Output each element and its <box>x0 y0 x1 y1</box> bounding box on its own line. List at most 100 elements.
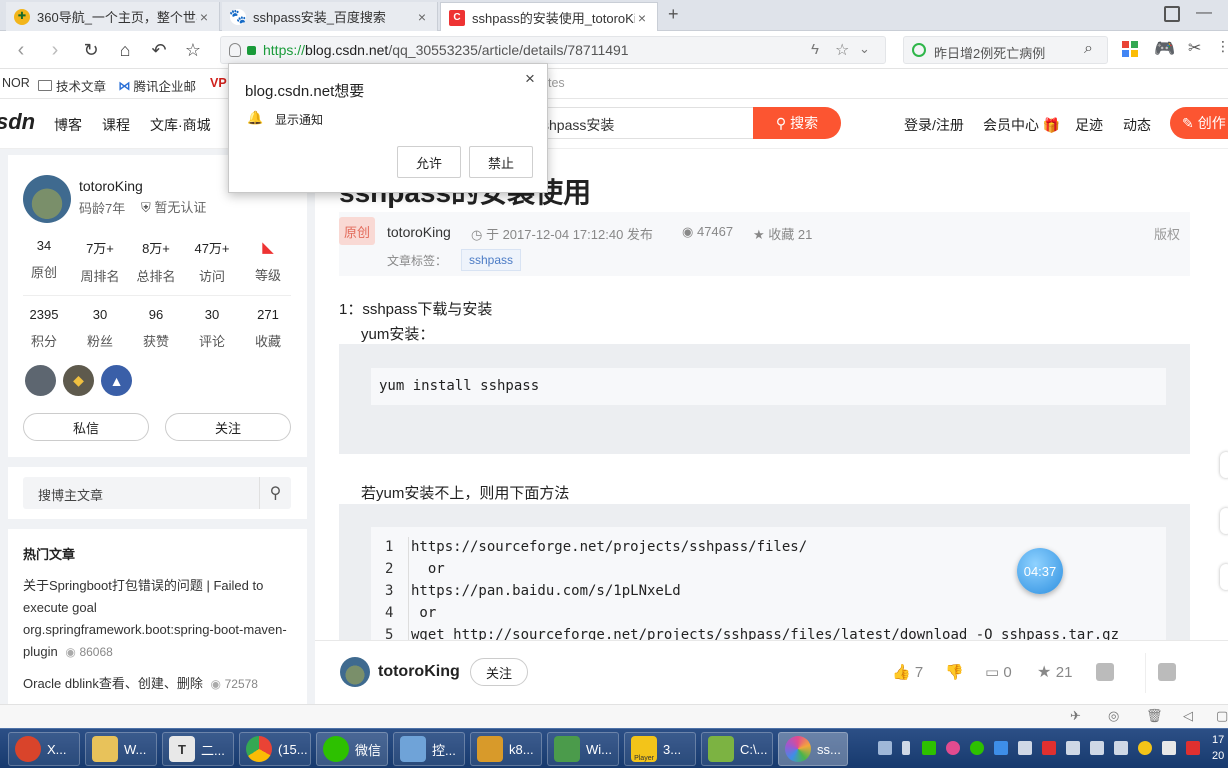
taskbar-item-chrome[interactable]: (15... <box>239 732 311 766</box>
bookmark-nor[interactable]: NOR <box>2 76 30 90</box>
window-icon[interactable]: ▢ <box>1216 708 1228 724</box>
reward-icon[interactable] <box>1096 663 1114 681</box>
stat-likes[interactable]: 96 获赞 <box>128 307 184 350</box>
rocket-icon[interactable]: ✈ <box>1070 708 1081 724</box>
trash-icon[interactable]: 🗑 <box>1146 708 1163 724</box>
footprint-link[interactable]: 足迹 <box>1075 115 1103 135</box>
avatar[interactable] <box>340 657 370 687</box>
hot-item[interactable]: 关于Springboot打包错误的问题 | Failed to execute … <box>23 575 288 663</box>
speaker-alert-icon[interactable] <box>1042 741 1056 755</box>
bookmark-tencent-mail[interactable]: ⋈ 腾讯企业邮 <box>118 76 196 95</box>
shirt-icon[interactable] <box>1164 6 1180 22</box>
nav-blog[interactable]: 博客 <box>54 115 82 135</box>
login-link[interactable]: 登录/注册 <box>904 115 964 135</box>
article-author[interactable]: totoroKing <box>387 224 451 240</box>
close-icon[interactable]: × <box>415 9 429 25</box>
bar-author[interactable]: totoroKing <box>378 663 460 681</box>
tray-arrow-icon[interactable] <box>902 741 910 755</box>
csdn-logo[interactable]: sdn <box>0 109 35 135</box>
tab-csdn[interactable]: C sshpass的安装使用_totoroKi × <box>440 2 658 32</box>
original-badge-icon[interactable]: ◆ <box>63 365 94 396</box>
block-button[interactable]: 禁止 <box>469 146 533 178</box>
timer-bubble[interactable]: 04:37 <box>1017 548 1063 594</box>
more-icon[interactable]: ⋮ <box>1216 38 1228 55</box>
tab-360[interactable]: ✚ 360导航_一个主页，整个世界 × <box>6 2 220 31</box>
stat-fans[interactable]: 30 粉丝 <box>72 307 128 350</box>
minimize-icon[interactable]: — <box>1196 4 1212 22</box>
close-icon[interactable]: × <box>635 10 649 26</box>
message-button[interactable]: 私信 <box>23 413 149 441</box>
rocket-badge-icon[interactable]: ▲ <box>101 365 132 396</box>
lightning-icon[interactable]: ϟ <box>811 41 819 58</box>
new-tab-button[interactable]: + <box>668 4 679 25</box>
bookmark-vp[interactable]: VP <box>210 76 227 90</box>
chevron-down-icon[interactable]: ⌄ <box>859 41 870 57</box>
volume-icon[interactable]: ◁ <box>1183 708 1193 724</box>
keyboard-icon[interactable] <box>878 741 892 755</box>
share-icon[interactable] <box>1158 663 1176 681</box>
github-badge-icon[interactable] <box>25 365 56 396</box>
stat-original[interactable]: 34 原创 <box>16 238 72 281</box>
stat-total-rank[interactable]: 8万+ 总排名 <box>128 238 184 285</box>
home-icon[interactable]: ⌂ <box>112 37 138 63</box>
tray-app-icon[interactable] <box>1090 741 1104 755</box>
undo-icon[interactable]: ↶ <box>146 37 172 63</box>
taskbar-item-k8s[interactable]: k8... <box>470 732 542 766</box>
flower-icon[interactable] <box>946 741 960 755</box>
allow-button[interactable]: 允许 <box>397 146 461 178</box>
taskbar-item-windows[interactable]: Wi... <box>547 732 619 766</box>
reload-icon[interactable]: ↻ <box>78 37 104 63</box>
network-icon[interactable] <box>1162 741 1176 755</box>
taskbar-item-explorer[interactable]: W... <box>85 732 157 766</box>
bar-follow-button[interactable]: 关注 <box>470 658 528 686</box>
apps-icon[interactable] <box>1122 41 1138 57</box>
blog-search-input[interactable]: 搜博主文章 ⚲ <box>23 477 291 509</box>
star-button[interactable]: ★ 21 <box>1037 662 1072 682</box>
stat-week-rank[interactable]: 7万+ 周排名 <box>72 238 128 285</box>
stat-level[interactable]: ◣ 等级 <box>240 238 296 284</box>
nav-courses[interactable]: 课程 <box>102 115 130 135</box>
taskbar-item-control-panel[interactable]: 控... <box>393 732 465 766</box>
favorite-count[interactable]: ★ 收藏 21 <box>753 224 812 243</box>
tab-baidu[interactable]: 🐾 sshpass安装_百度搜索 × <box>222 2 438 31</box>
follow-button[interactable]: 关注 <box>165 413 291 441</box>
close-icon[interactable]: × <box>525 69 535 89</box>
comment-button[interactable]: ▭ 0 <box>985 663 1012 681</box>
back-icon[interactable]: ‹ <box>8 37 34 63</box>
profile-name[interactable]: totoroKing <box>79 178 143 194</box>
copyright-link[interactable]: 版权 <box>1154 224 1180 243</box>
stat-favorites[interactable]: 271 收藏 <box>240 307 296 350</box>
hot-item[interactable]: Oracle dblink查看、创建、删除 ◉ 72578 <box>23 673 288 692</box>
thumbs-down-icon[interactable]: 👎 <box>945 663 964 681</box>
search-icon[interactable]: ⚲ <box>259 477 291 509</box>
taskbar-item-xmind[interactable]: X... <box>8 732 80 766</box>
tray-app-icon[interactable] <box>1138 741 1152 755</box>
csdn-search-input[interactable]: sshpass安装 <box>530 107 755 139</box>
tray-app-icon[interactable] <box>922 741 936 755</box>
stat-points[interactable]: 2395 积分 <box>16 307 72 350</box>
speed-icon[interactable]: ◎ <box>1108 708 1119 724</box>
avatar[interactable] <box>23 175 71 223</box>
close-icon[interactable]: × <box>197 9 211 25</box>
bluetooth-icon[interactable] <box>994 741 1008 755</box>
code-text[interactable]: yum install sshpass <box>371 368 1166 405</box>
stat-visits[interactable]: 47万+ 访问 <box>184 238 240 285</box>
nav-library-shop[interactable]: 文库·商城 <box>150 115 211 135</box>
activity-link[interactable]: 动态 <box>1123 115 1151 135</box>
gamepad-icon[interactable]: 🎮 <box>1154 39 1175 59</box>
security-icon[interactable] <box>1186 741 1200 755</box>
csdn-search-button[interactable]: ⚲ 搜索 <box>753 107 841 139</box>
taskbar-item-text[interactable]: T 二... <box>162 732 234 766</box>
stat-comments[interactable]: 30 评论 <box>184 307 240 350</box>
scissors-icon[interactable]: ✂ <box>1188 38 1201 58</box>
like-button[interactable]: 👍 7 <box>892 663 923 681</box>
bookmark-star-icon[interactable]: ☆ <box>180 37 206 63</box>
taskbar-item-360browser[interactable]: ss... <box>778 732 848 766</box>
vip-link[interactable]: 会员中心 🎁 <box>983 115 1060 135</box>
taskbar-item-player[interactable]: Player 3... <box>624 732 696 766</box>
forward-icon[interactable]: › <box>42 37 68 63</box>
taskbar-item-wechat[interactable]: 微信 <box>316 732 388 766</box>
wechat-tray-icon[interactable] <box>970 741 984 755</box>
volume-icon[interactable] <box>1114 741 1128 755</box>
article-tag[interactable]: sshpass <box>461 249 522 271</box>
